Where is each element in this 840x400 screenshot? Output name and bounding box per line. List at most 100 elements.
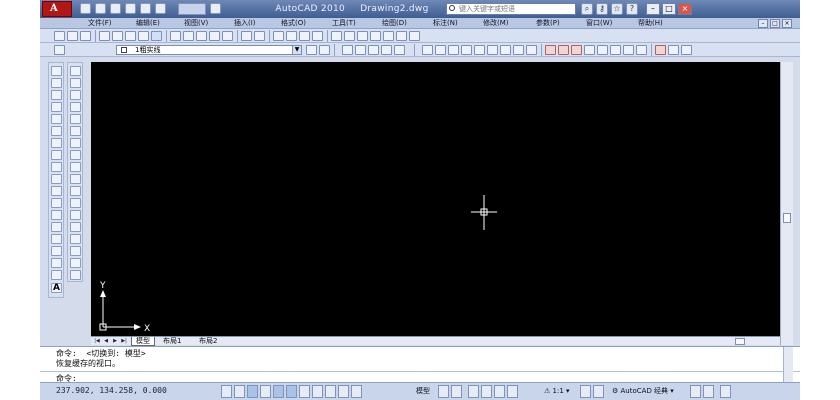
menu-insert[interactable]: 插入(I): [234, 18, 256, 29]
osnap-parallel-icon[interactable]: [597, 45, 608, 55]
clean-screen-icon[interactable]: [720, 385, 731, 398]
menu-file[interactable]: 文件(F): [88, 18, 112, 29]
view-icon[interactable]: [394, 45, 405, 55]
dim-ordinate-icon[interactable]: [461, 45, 472, 55]
quick-access-dropdown-icon[interactable]: [210, 3, 221, 14]
rotate-icon[interactable]: [70, 138, 81, 148]
otrack-toggle[interactable]: [299, 385, 310, 398]
first-tab-icon[interactable]: |◀: [93, 338, 101, 345]
move-object-icon[interactable]: [70, 126, 81, 136]
trim-icon[interactable]: [70, 174, 81, 184]
break-at-point-icon[interactable]: [70, 198, 81, 208]
redo-icon[interactable]: [254, 31, 265, 41]
menu-dimension[interactable]: 标注(N): [433, 18, 458, 29]
osnap-perpendicular-icon[interactable]: [584, 45, 595, 55]
key-icon[interactable]: ⚷: [596, 3, 608, 15]
snap-mode-toggle[interactable]: [234, 385, 245, 398]
undo-icon[interactable]: [140, 3, 151, 14]
dim-aligned-icon[interactable]: [435, 45, 446, 55]
osnap-insert-icon[interactable]: [610, 45, 621, 55]
save-icon[interactable]: [110, 3, 121, 14]
rectangle-icon[interactable]: [51, 114, 62, 124]
fillet-icon[interactable]: [70, 246, 81, 256]
osnap-quadrant-icon[interactable]: [558, 45, 569, 55]
zoom-status-icon[interactable]: [481, 385, 492, 398]
vertical-scrollbar[interactable]: [780, 62, 793, 345]
ellipse-icon[interactable]: [51, 174, 62, 184]
quick-view-layouts-icon[interactable]: [438, 385, 449, 398]
paste-icon[interactable]: [196, 31, 207, 41]
walk-icon[interactable]: [381, 45, 392, 55]
3d-dwf-icon[interactable]: [138, 31, 149, 41]
open-file-icon[interactable]: [95, 3, 106, 14]
explode-icon[interactable]: [70, 258, 81, 268]
make-current-icon[interactable]: [306, 45, 317, 55]
next-tab-icon[interactable]: ▶: [111, 338, 119, 345]
infer-constraints-toggle[interactable]: [221, 385, 232, 398]
star-icon[interactable]: ☆: [611, 3, 623, 15]
mirror-icon[interactable]: [70, 90, 81, 100]
circle-icon[interactable]: [51, 138, 62, 148]
copy-object-icon[interactable]: [70, 78, 81, 88]
move-icon[interactable]: [342, 45, 353, 55]
design-center-icon[interactable]: [344, 31, 355, 41]
menu-draw[interactable]: 绘图(D): [382, 18, 407, 29]
model-space-label[interactable]: 模型: [416, 386, 430, 397]
erase-icon[interactable]: [70, 66, 81, 76]
minimize-button[interactable]: –: [646, 3, 660, 15]
chevron-down-icon[interactable]: ▼: [292, 46, 301, 54]
prev-tab-icon[interactable]: ◀: [102, 338, 110, 345]
vertical-scroll-thumb[interactable]: [783, 213, 791, 223]
layer-dropdown[interactable]: 1粗实线 ▼: [116, 45, 302, 55]
dim-radius-icon[interactable]: [474, 45, 485, 55]
help-icon[interactable]: [409, 31, 420, 41]
lock-ui-icon[interactable]: [690, 385, 701, 398]
help-search-input[interactable]: 键入关键字或短语: [446, 3, 576, 15]
last-tab-icon[interactable]: ▶|: [120, 338, 128, 345]
region-icon[interactable]: [51, 258, 62, 268]
doc-minimize-button[interactable]: –: [758, 19, 768, 28]
tab-model[interactable]: 模型: [131, 337, 155, 346]
etransmit-icon[interactable]: [151, 31, 162, 41]
hatch-icon[interactable]: [51, 234, 62, 244]
steering-wheel-icon[interactable]: [494, 385, 505, 398]
osnap-none-icon[interactable]: [655, 45, 666, 55]
arc-icon[interactable]: [51, 126, 62, 136]
tab-layout2[interactable]: 布局2: [195, 337, 221, 346]
dim-arc-icon[interactable]: [448, 45, 459, 55]
spline-icon[interactable]: [51, 162, 62, 172]
pan-status-icon[interactable]: [468, 385, 479, 398]
make-block-icon[interactable]: [51, 210, 62, 220]
ellipse-arc-icon[interactable]: [51, 186, 62, 196]
dim-linear-icon[interactable]: [422, 45, 433, 55]
qnew-icon[interactable]: [54, 31, 65, 41]
plot-preview-icon[interactable]: [112, 31, 123, 41]
dim-angular-icon[interactable]: [513, 45, 524, 55]
redo-icon[interactable]: [155, 3, 166, 14]
copy-icon[interactable]: [183, 31, 194, 41]
block-editor-icon[interactable]: [222, 31, 233, 41]
calculator-icon[interactable]: [396, 31, 407, 41]
insert-block-icon[interactable]: [51, 198, 62, 208]
undo-icon[interactable]: [241, 31, 252, 41]
grid-toggle[interactable]: [247, 385, 258, 398]
dim-jogged-icon[interactable]: [487, 45, 498, 55]
chamfer-icon[interactable]: [70, 234, 81, 244]
osnap-toggle[interactable]: [286, 385, 297, 398]
join-icon[interactable]: [70, 222, 81, 232]
auto-scale-icon[interactable]: [593, 385, 604, 398]
zoom-previous-icon[interactable]: [312, 31, 323, 41]
dim-diameter-icon[interactable]: [500, 45, 511, 55]
menu-view[interactable]: 视图(V): [184, 18, 208, 29]
menu-modify[interactable]: 修改(M): [483, 18, 509, 29]
horizontal-scroll-thumb[interactable]: [735, 338, 745, 345]
markup-icon[interactable]: [383, 31, 394, 41]
menu-format[interactable]: 格式(O): [281, 18, 306, 29]
match-properties-icon[interactable]: [209, 31, 220, 41]
quick-properties-toggle[interactable]: [351, 385, 362, 398]
polygon-icon[interactable]: [51, 102, 62, 112]
menu-help[interactable]: 帮助(H): [638, 18, 663, 29]
toolbar-overflow-icon[interactable]: [681, 45, 692, 55]
construction-line-icon[interactable]: [51, 78, 62, 88]
cut-icon[interactable]: [170, 31, 181, 41]
